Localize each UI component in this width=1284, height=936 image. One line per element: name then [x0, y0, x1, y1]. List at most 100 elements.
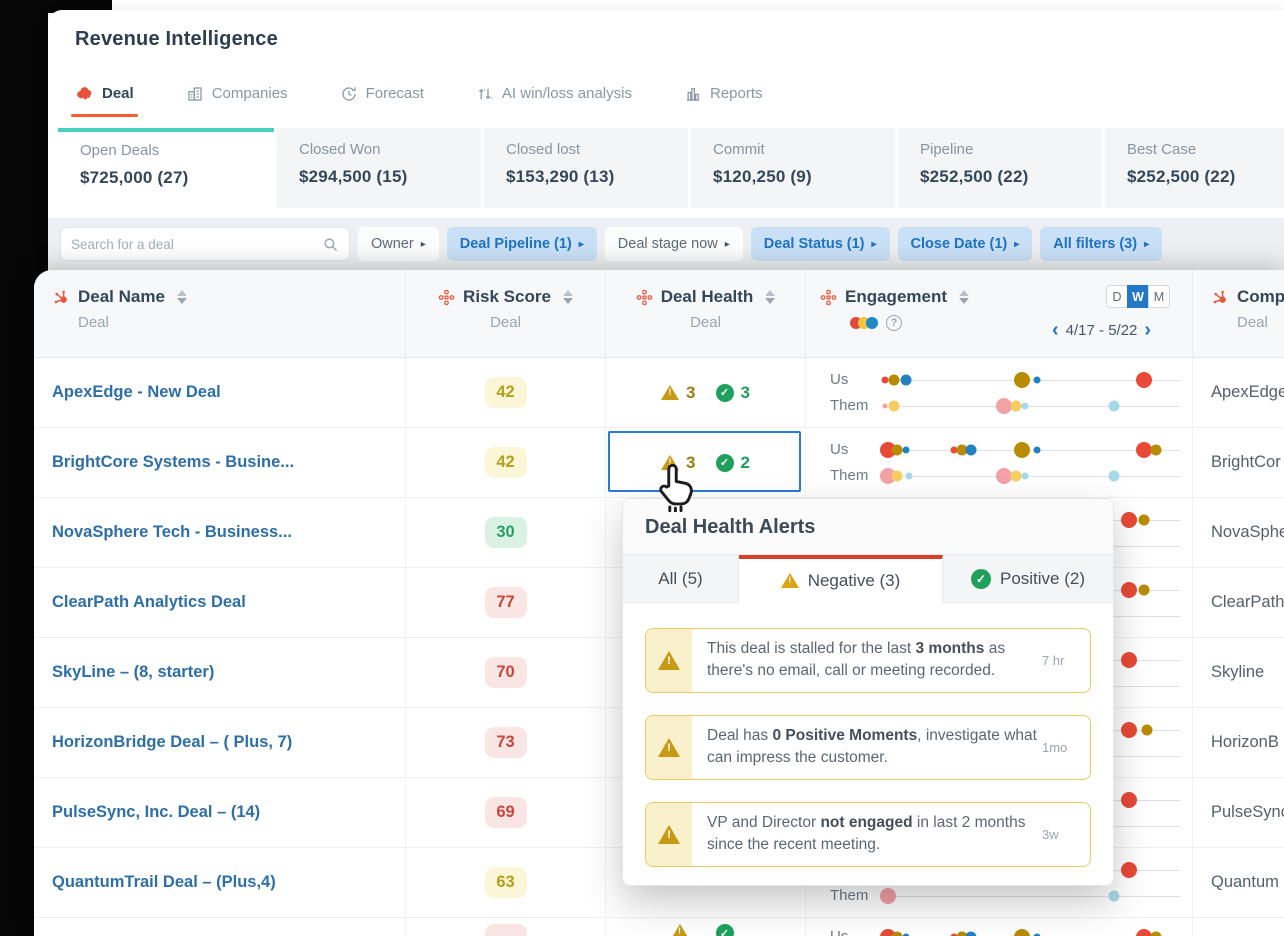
deal-name-link[interactable]: PulseSync, Inc. Deal – (14)	[52, 803, 260, 822]
deal-name-cell	[34, 918, 405, 936]
column-header-company[interactable]: Comp Deal	[1192, 270, 1284, 357]
deal-health-cell[interactable]: 32	[605, 428, 805, 497]
search-icon[interactable]	[322, 236, 339, 253]
granularity-w[interactable]: W	[1127, 285, 1149, 308]
tab-all[interactable]: All (5)	[623, 555, 739, 602]
column-header-risk-score[interactable]: Risk Score Deal	[405, 270, 605, 357]
deal-name-link[interactable]: HorizonBridge Deal – ( Plus, 7)	[52, 733, 292, 752]
tab-reports[interactable]: Reports	[684, 85, 763, 103]
engagement-dot-blue	[966, 931, 977, 936]
sort-icon[interactable]	[563, 290, 573, 304]
integration-cross-icon	[636, 289, 653, 306]
tab-positive[interactable]: Positive (2)	[943, 555, 1113, 602]
engagement-dot-yellow	[1011, 470, 1022, 481]
engagement-dot-olive	[888, 374, 899, 385]
next-range-icon[interactable]: ›	[1144, 320, 1151, 340]
prev-range-icon[interactable]: ‹	[1052, 320, 1059, 340]
engagement-dot-red	[1121, 722, 1137, 738]
summary-card-closed-lost[interactable]: Closed lost$153,290 (13)	[484, 128, 688, 208]
deal-health-cell[interactable]: 33	[605, 358, 805, 427]
popup-tab-label: All (5)	[658, 569, 702, 589]
popup-tabs: All (5) Negative (3)Positive (2)	[623, 555, 1113, 603]
engagement-dot-red	[950, 446, 957, 453]
summary-card-open-deals[interactable]: Open Deals$725,000 (27)	[58, 128, 274, 208]
tab-forecast[interactable]: Forecast	[340, 85, 424, 103]
filter-deal-stage-now[interactable]: Deal stage now▸	[605, 227, 743, 261]
tab-companies[interactable]: Companies	[186, 85, 288, 103]
filter-deal-status-1-[interactable]: Deal Status (1)▸	[751, 227, 890, 261]
check-icon	[716, 454, 734, 472]
summary-card-closed-won[interactable]: Closed Won$294,500 (15)	[277, 128, 481, 208]
tab-ai-win-loss-analysis[interactable]: AI win/loss analysis	[476, 85, 632, 103]
granularity-d[interactable]: D	[1106, 285, 1128, 308]
chevron-right-icon: ▸	[872, 239, 877, 250]
deal-health-cell[interactable]	[605, 918, 805, 936]
card-value: $252,500 (22)	[920, 167, 1102, 187]
column-header-deal-name[interactable]: Deal Name Deal	[34, 270, 405, 357]
deal-name-link[interactable]: ClearPath Analytics Deal	[52, 593, 246, 612]
deal-name-link[interactable]: QuantumTrail Deal – (Plus,4)	[52, 873, 276, 892]
deal-name-cell: BrightCore Systems - Busine...	[34, 428, 405, 497]
search-input[interactable]	[71, 237, 322, 252]
health-alert-card[interactable]: This deal is stalled for the last 3 mont…	[645, 628, 1091, 693]
filter-label: Owner	[371, 236, 414, 252]
filter-all-filters-3-[interactable]: All filters (3)▸	[1040, 227, 1162, 261]
engagement-track	[882, 398, 1180, 414]
sort-icon[interactable]	[177, 290, 187, 304]
company-cell: ClearPath	[1192, 568, 1284, 637]
positive-alerts	[716, 924, 741, 936]
deal-name-link[interactable]: ApexEdge - New Deal	[52, 383, 221, 402]
filter-close-date-1-[interactable]: Close Date (1)▸	[898, 227, 1033, 261]
summary-card-pipeline[interactable]: Pipeline$252,500 (22)	[898, 128, 1102, 208]
health-alert-card[interactable]: VP and Director not engaged in last 2 mo…	[645, 802, 1091, 867]
card-label: Open Deals	[80, 142, 274, 159]
date-range-label: 4/17 - 5/22	[1066, 322, 1138, 339]
card-value: $153,290 (13)	[506, 167, 688, 187]
alert-timestamp: 1mo	[1042, 716, 1090, 779]
sort-icon[interactable]	[765, 290, 775, 304]
tab-deal[interactable]: Deal	[75, 84, 134, 103]
column-header-deal-health[interactable]: Deal Health Deal	[605, 270, 805, 357]
tab-negative[interactable]: Negative (3)	[739, 555, 943, 603]
deal-name-cell: PulseSync, Inc. Deal – (14)	[34, 778, 405, 847]
alert-text: VP and Director not engaged in last 2 mo…	[692, 803, 1042, 866]
deal-name-link[interactable]: SkyLine – (8, starter)	[52, 663, 214, 682]
legend-dot-blue	[866, 317, 878, 329]
help-icon[interactable]: ?	[886, 315, 902, 331]
engagement-dot-olive	[891, 931, 902, 936]
engagement-dot-olive	[1151, 931, 1162, 936]
risk-score-cell: 73	[405, 708, 605, 777]
engagement-dot-red	[1121, 862, 1137, 878]
granularity-m[interactable]: M	[1148, 285, 1170, 308]
engagement-dot-red	[1136, 372, 1152, 388]
column-header-engagement[interactable]: Engagement ?	[805, 270, 1192, 357]
deal-cloud-icon	[75, 84, 94, 103]
deal-name-link[interactable]: BrightCore Systems - Busine...	[52, 453, 294, 472]
negative-alerts	[671, 924, 696, 936]
tab-label: AI win/loss analysis	[502, 85, 632, 102]
filter-owner[interactable]: Owner▸	[358, 227, 439, 261]
deal-name-cell: ClearPath Analytics Deal	[34, 568, 405, 637]
engagement-label: Them	[830, 467, 882, 484]
alert-text: Deal has 0 Positive Moments, investigate…	[692, 716, 1042, 779]
alert-icon-strip	[646, 716, 692, 779]
warning-icon	[658, 651, 680, 670]
summary-card-best-case[interactable]: Best Case$252,500 (22)	[1105, 128, 1284, 208]
deal-name-link[interactable]: NovaSphere Tech - Business...	[52, 523, 292, 542]
search-deal-box[interactable]	[60, 227, 350, 261]
risk-score-badge: 70	[485, 657, 527, 688]
page-title: Revenue Intelligence	[75, 28, 278, 51]
summary-card-commit[interactable]: Commit$120,250 (9)	[691, 128, 895, 208]
tab-label: Companies	[212, 85, 288, 102]
engagement-dot-lightblue	[1022, 472, 1029, 479]
health-alert-card[interactable]: Deal has 0 Positive Moments, investigate…	[645, 715, 1091, 780]
filter-deal-pipeline-1-[interactable]: Deal Pipeline (1)▸	[447, 227, 597, 261]
engagement-dot-blue	[1033, 376, 1040, 383]
alert-icon-strip	[646, 803, 692, 866]
sort-icon[interactable]	[959, 290, 969, 304]
card-value: $294,500 (15)	[299, 167, 481, 187]
engagement-label: Them	[830, 397, 882, 414]
alert-timestamp: 3w	[1042, 803, 1090, 866]
table-row: Us	[34, 918, 1284, 936]
risk-score-cell: 70	[405, 638, 605, 707]
